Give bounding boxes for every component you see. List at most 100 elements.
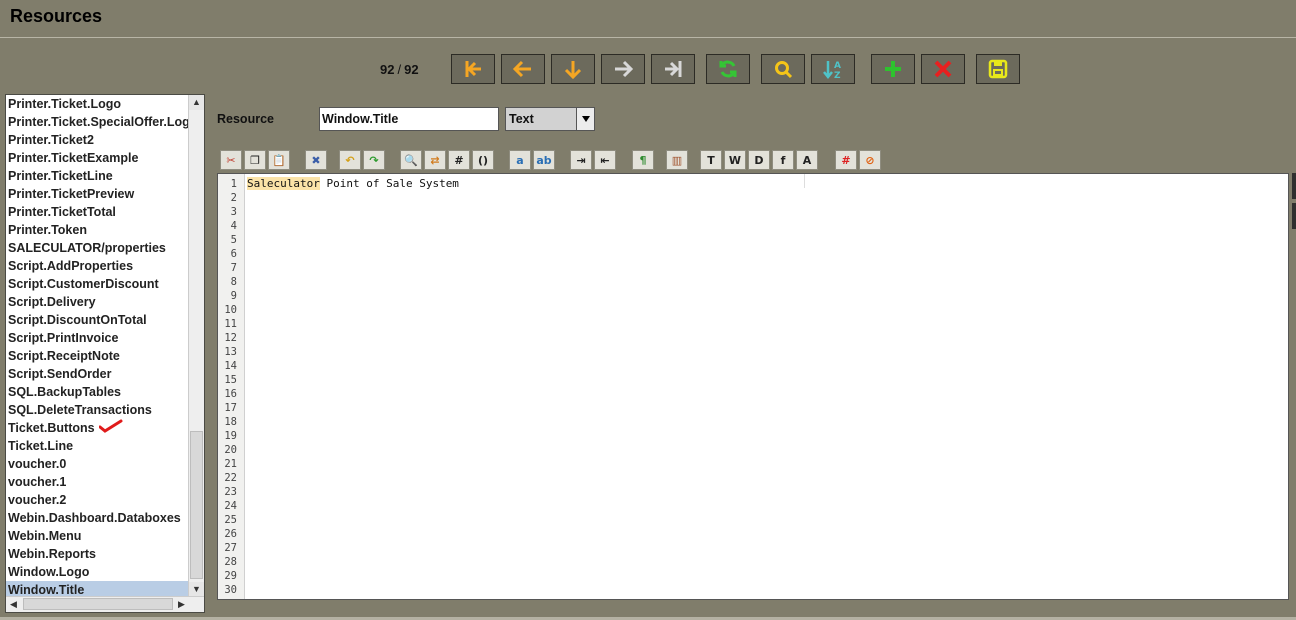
list-item-label: Script.CustomerDiscount	[8, 277, 159, 291]
line-number: 20	[224, 444, 237, 456]
delete-button[interactable]	[921, 54, 965, 84]
list-item[interactable]: Script.CustomerDiscount	[6, 275, 189, 293]
clear-icon[interactable]: ✖	[305, 150, 327, 170]
indent-icon[interactable]: ⇥	[570, 150, 592, 170]
list-item[interactable]: Ticket.Buttons	[6, 419, 189, 437]
line-number: 15	[224, 374, 237, 386]
list-item[interactable]: Window.Title	[6, 581, 189, 597]
text-d-icon[interactable]: D	[748, 150, 770, 170]
list-item[interactable]: Printer.Ticket2	[6, 131, 189, 149]
unindent-icon[interactable]: ⇤	[594, 150, 616, 170]
resource-name-input[interactable]	[319, 107, 499, 131]
font-smaller-icon[interactable]: a	[509, 150, 531, 170]
vertical-scroll-thumb[interactable]	[190, 431, 203, 579]
find-icon[interactable]: 🔍	[400, 150, 422, 170]
line-number: 17	[224, 402, 237, 414]
list-item[interactable]: Printer.Ticket.Logo	[6, 95, 189, 113]
down-record-button[interactable]	[551, 54, 595, 84]
list-vertical-scrollbar[interactable]: ▲ ▼	[188, 95, 204, 597]
font-bigger-icon[interactable]: ab	[533, 150, 555, 170]
whitespace-icon[interactable]: ¶	[632, 150, 654, 170]
paste-icon[interactable]: 📋	[268, 150, 290, 170]
list-item[interactable]: Script.PrintInvoice	[6, 329, 189, 347]
first-record-button[interactable]	[451, 54, 495, 84]
list-item[interactable]: Webin.Dashboard.Databoxes	[6, 509, 189, 527]
horizontal-scroll-thumb[interactable]	[23, 598, 173, 610]
book-icon[interactable]: ▥	[666, 150, 688, 170]
list-item[interactable]: Printer.Ticket.SpecialOffer.Logo	[6, 113, 189, 131]
list-item[interactable]: Printer.TicketExample	[6, 149, 189, 167]
editor-toolbar-group: ¶	[632, 150, 654, 170]
list-item[interactable]: Script.Delivery	[6, 293, 189, 311]
list-item[interactable]: voucher.0	[6, 455, 189, 473]
list-item-label: SQL.BackupTables	[8, 385, 121, 399]
copy-icon[interactable]: ❐	[244, 150, 266, 170]
list-item[interactable]: Webin.Menu	[6, 527, 189, 545]
text-t-icon[interactable]: T	[700, 150, 722, 170]
editor-toolbar-group: ↶ ↷	[339, 150, 385, 170]
list-item[interactable]: voucher.1	[6, 473, 189, 491]
list-item[interactable]: Script.ReceiptNote	[6, 347, 189, 365]
list-item[interactable]: Printer.TicketPreview	[6, 185, 189, 203]
list-horizontal-scrollbar[interactable]: ◀ ▶	[6, 596, 204, 612]
undo-icon[interactable]: ↶	[339, 150, 361, 170]
editor-toolbar-group: TWDfA	[700, 150, 818, 170]
editor-toolbar-group: ✂ ❐ 📋	[220, 150, 290, 170]
first-icon	[465, 61, 481, 77]
list-item[interactable]: Printer.Token	[6, 221, 189, 239]
list-item[interactable]: voucher.2	[6, 491, 189, 509]
scroll-left-icon[interactable]: ◀	[6, 597, 21, 612]
redo-icon[interactable]: ↷	[363, 150, 385, 170]
search-button[interactable]	[761, 54, 805, 84]
previous-record-button[interactable]	[501, 54, 545, 84]
list-item[interactable]: Script.SendOrder	[6, 365, 189, 383]
line-number: 25	[224, 514, 237, 526]
editor-toolbar-group: ⇥ ⇤	[570, 150, 616, 170]
list-item-label: Printer.Token	[8, 223, 87, 237]
text-a-icon[interactable]: A	[796, 150, 818, 170]
add-button[interactable]	[871, 54, 915, 84]
text-w-icon[interactable]: W	[724, 150, 746, 170]
list-item[interactable]: Printer.TicketTotal	[6, 203, 189, 221]
list-item[interactable]: SQL.DeleteTransactions	[6, 401, 189, 419]
line-numbers-icon[interactable]: #	[835, 150, 857, 170]
list-item[interactable]: Script.DiscountOnTotal	[6, 311, 189, 329]
save-icon	[988, 59, 1008, 79]
no-wrap-icon[interactable]: ⊘	[859, 150, 881, 170]
sort-button[interactable]: AZ	[811, 54, 855, 84]
list-item-label: Printer.TicketTotal	[8, 205, 116, 219]
bracket-icon[interactable]: ()	[472, 150, 494, 170]
cut-icon[interactable]: ✂	[220, 150, 242, 170]
line-number: 9	[230, 290, 237, 302]
scroll-up-icon[interactable]: ▲	[189, 95, 204, 110]
goto-line-icon[interactable]: #	[448, 150, 470, 170]
next-record-button[interactable]	[601, 54, 645, 84]
resource-type-select[interactable]: Text	[505, 107, 595, 131]
scroll-down-icon[interactable]: ▼	[189, 582, 204, 597]
line-number: 29	[224, 570, 237, 582]
list-item-label: Script.DiscountOnTotal	[8, 313, 147, 327]
resource-list[interactable]: Printer.Ticket.Logo Printer.Ticket.Specia…	[6, 95, 189, 597]
editor-toolbar-group: a ab	[509, 150, 555, 170]
line-number: 2	[230, 192, 237, 204]
refresh-button[interactable]	[706, 54, 750, 84]
list-item[interactable]: Webin.Reports	[6, 545, 189, 563]
list-item-label: voucher.1	[8, 475, 67, 489]
list-item[interactable]: SQL.BackupTables	[6, 383, 189, 401]
last-record-button[interactable]	[651, 54, 695, 84]
list-item-label: SQL.DeleteTransactions	[8, 403, 152, 417]
text-f-icon[interactable]: f	[772, 150, 794, 170]
list-item[interactable]: Ticket.Line	[6, 437, 189, 455]
list-item[interactable]: Window.Logo	[6, 563, 189, 581]
code-editor[interactable]: 1 2 3 4 5 6 7 8 9 10 11 12 13 14 15 16 17 18 19 20 21 22 23 24 2…	[217, 173, 1289, 600]
replace-icon[interactable]: ⇄	[424, 150, 446, 170]
line-number: 27	[224, 542, 237, 554]
list-item[interactable]: SALECULATOR/properties	[6, 239, 189, 257]
list-item[interactable]: Script.AddProperties	[6, 257, 189, 275]
editor-text[interactable]: Saleculator Point of Sale System	[247, 177, 459, 190]
list-item-label: Script.PrintInvoice	[8, 331, 119, 345]
save-button[interactable]	[976, 54, 1020, 84]
list-item[interactable]: Printer.TicketLine	[6, 167, 189, 185]
scroll-right-icon[interactable]: ▶	[174, 597, 189, 612]
chevron-down-icon[interactable]	[576, 108, 594, 130]
